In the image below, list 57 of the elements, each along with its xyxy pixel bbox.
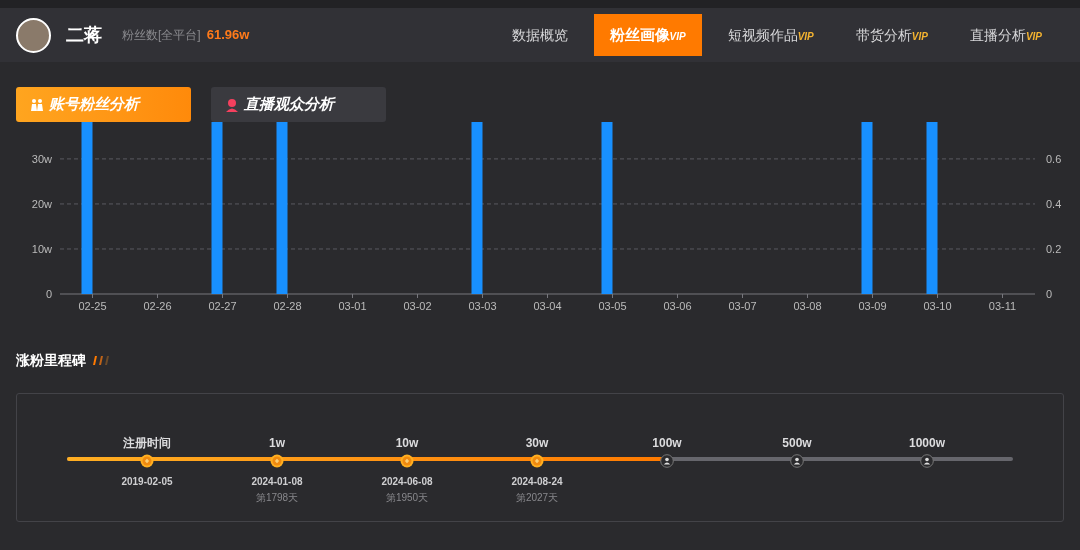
milestone-day: 第1798天	[255, 490, 299, 505]
people-icon	[30, 97, 44, 112]
axis-tick-label: 03-07	[728, 300, 757, 312]
axis-tick-label: 02-26	[143, 300, 172, 312]
milestone-label: 1000w	[909, 435, 945, 452]
avatar	[16, 17, 51, 53]
axis-tick-label: 02-28	[273, 300, 302, 312]
coin-icon	[270, 454, 284, 468]
milestone-date: 2024-01-08	[251, 475, 303, 489]
milestone-date: 2024-08-24	[511, 475, 563, 489]
account-name: 二蒋	[66, 23, 102, 47]
axis-tick-label: 03-10	[923, 300, 952, 312]
milestone-date: 2024-06-08	[381, 475, 433, 489]
nav-tab[interactable]: 短视频作品VIP	[711, 14, 830, 56]
axis-tick-label: 03-05	[598, 300, 627, 312]
axis-tick-label: 03-01	[338, 300, 367, 312]
user-icon	[660, 454, 674, 468]
milestone-label: 500w	[782, 435, 812, 452]
user-icon	[920, 454, 934, 468]
axis-tick-label: 03-08	[793, 300, 822, 312]
axis-tick-label: 0	[1046, 288, 1053, 300]
axis-tick-label: 0.4	[1046, 197, 1062, 210]
axis-tick-label: 03-11	[988, 300, 1017, 312]
nav-tab[interactable]: 直播分析VIP	[953, 14, 1058, 56]
axis-tick-label: 10w	[31, 242, 52, 255]
milestone-label: 注册时间	[123, 435, 171, 452]
milestone-label: 1w	[269, 435, 285, 452]
axis-tick-label: 0.6	[1046, 152, 1062, 165]
axis-tick-label: 0.2	[1046, 242, 1062, 255]
fans-count: 61.96w	[206, 26, 250, 45]
slash-marks-icon	[92, 356, 110, 365]
milestone-label: 10w	[395, 435, 419, 452]
axis-tick-label: 03-09	[858, 300, 887, 312]
axis-tick-label: 03-04	[533, 300, 562, 312]
axis-tick-label: 20w	[31, 197, 52, 210]
axis-tick-label: 03-06	[663, 300, 692, 312]
axis-tick-label: 0	[45, 288, 52, 300]
milestone-label: 30w	[525, 435, 549, 452]
axis-tick-label: 30w	[31, 152, 52, 165]
milestone-day: 第2027天	[515, 490, 559, 505]
analysis-tab[interactable]: 直播观众分析	[211, 87, 386, 122]
axis-tick-label: 02-27	[208, 300, 237, 312]
coin-icon	[140, 454, 154, 468]
axis-tick-label: 03-02	[403, 300, 432, 312]
milestone-label: 100w	[652, 435, 682, 452]
nav-tab[interactable]: 数据概览	[495, 14, 584, 56]
coin-icon	[530, 454, 544, 468]
milestone-day: 第1950天	[385, 490, 429, 505]
coin-icon	[400, 454, 414, 468]
milestone-date: 2019-02-05	[121, 475, 173, 489]
nav-tab[interactable]: 带货分析VIP	[839, 14, 944, 56]
section-title: 涨粉里程碑	[16, 351, 86, 370]
person-icon	[225, 97, 239, 112]
axis-tick-label: 02-25	[78, 300, 107, 312]
user-icon	[790, 454, 804, 468]
fans-label: 粉丝数[全平台]	[122, 27, 201, 44]
axis-tick-label: 03-03	[468, 300, 497, 312]
